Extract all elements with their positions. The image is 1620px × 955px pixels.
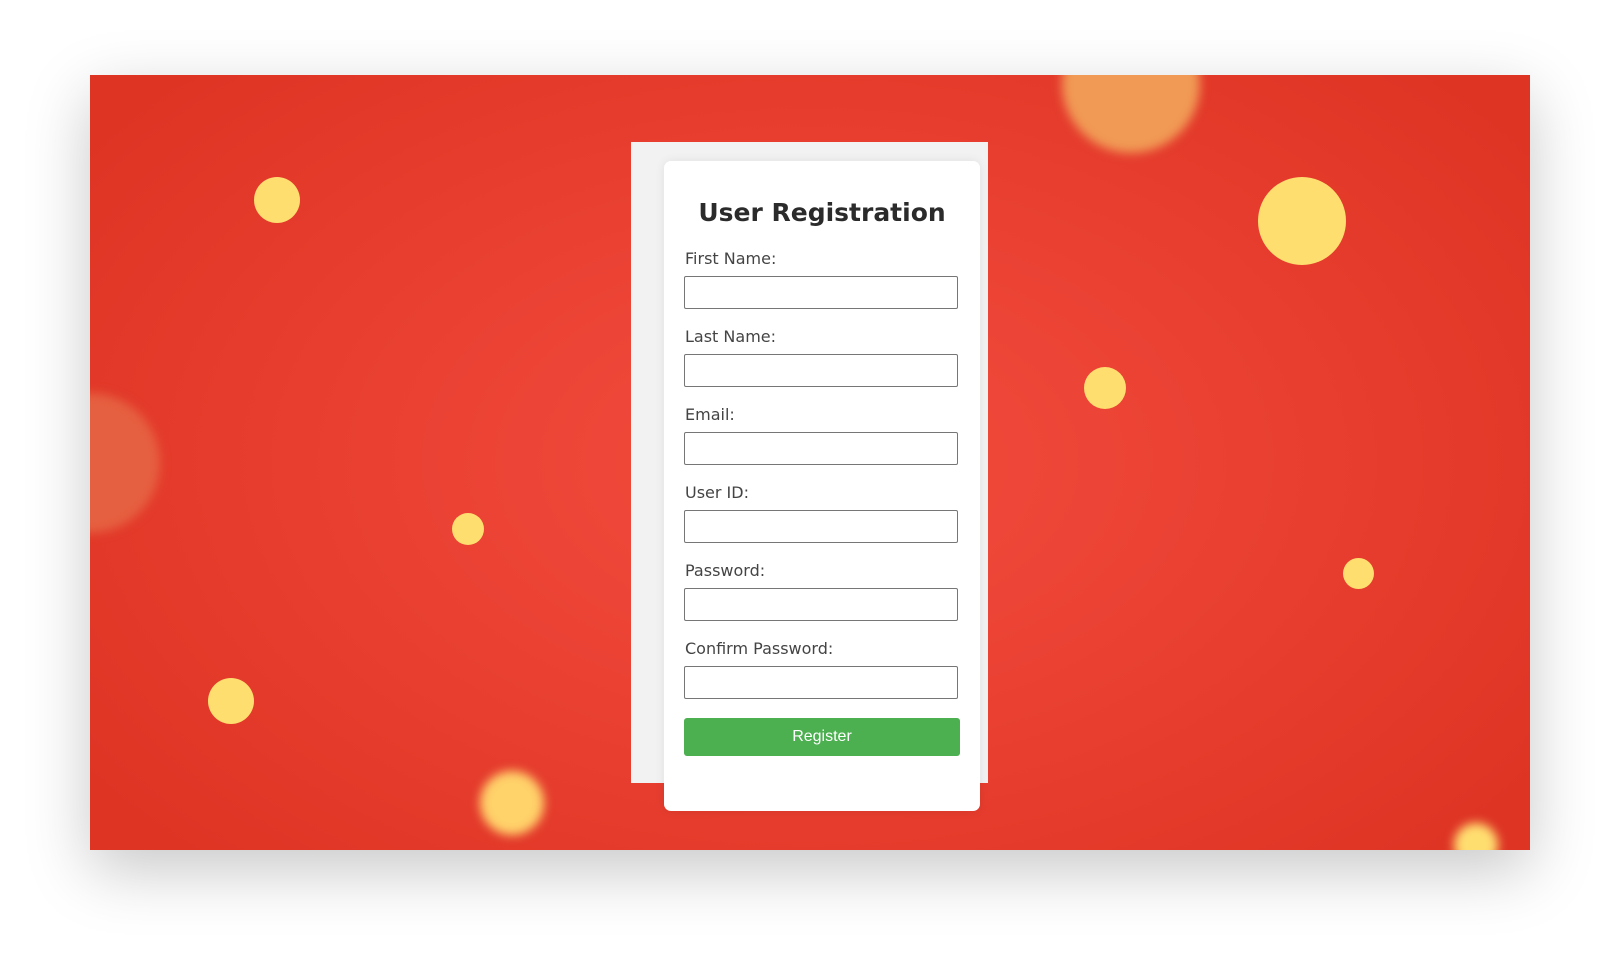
decorative-dot [1343, 558, 1374, 589]
register-button[interactable]: Register [684, 718, 960, 756]
registration-panel: User Registration First Name: Last Name:… [631, 142, 988, 811]
decorative-dot [1062, 75, 1200, 153]
decorative-dot [480, 771, 544, 835]
user-id-label: User ID: [685, 483, 749, 502]
first-name-input[interactable] [684, 276, 958, 309]
registration-form: User Registration First Name: Last Name:… [664, 161, 980, 811]
last-name-label: Last Name: [685, 327, 777, 346]
user-id-input[interactable] [684, 510, 958, 543]
decorative-dot [254, 177, 300, 223]
first-name-label: First Name: [685, 249, 777, 268]
decorative-dot [1084, 367, 1126, 409]
decorative-dot [1454, 823, 1498, 850]
confirm-password-label: Confirm Password: [685, 639, 834, 658]
app-window: User Registration First Name: Last Name:… [90, 75, 1530, 850]
decorative-dot [1258, 177, 1346, 265]
form-title: User Registration [698, 198, 946, 227]
email-input[interactable] [684, 432, 958, 465]
last-name-input[interactable] [684, 354, 958, 387]
decorative-dot [452, 513, 484, 545]
decorative-dot [90, 393, 160, 533]
decorative-dot [208, 678, 254, 724]
email-label: Email: [685, 405, 735, 424]
password-label: Password: [685, 561, 766, 580]
password-input[interactable] [684, 588, 958, 621]
confirm-password-input[interactable] [684, 666, 958, 699]
